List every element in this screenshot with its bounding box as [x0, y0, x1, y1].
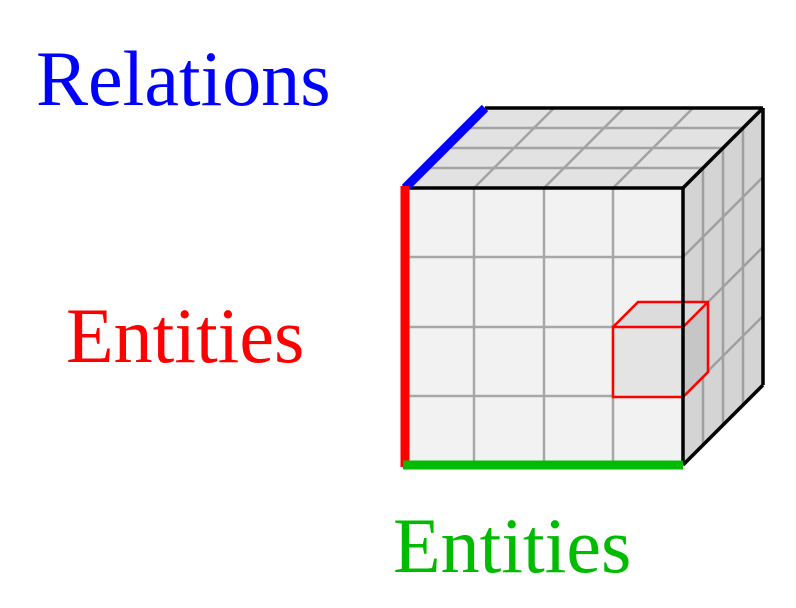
- relations-label: Relations: [36, 35, 331, 122]
- highlighted-cell-cube-icon: [611, 300, 710, 399]
- cell-front-face: [613, 327, 683, 397]
- entities-label-left: Entities: [66, 292, 305, 379]
- entities-label-bottom: Entities: [393, 502, 632, 589]
